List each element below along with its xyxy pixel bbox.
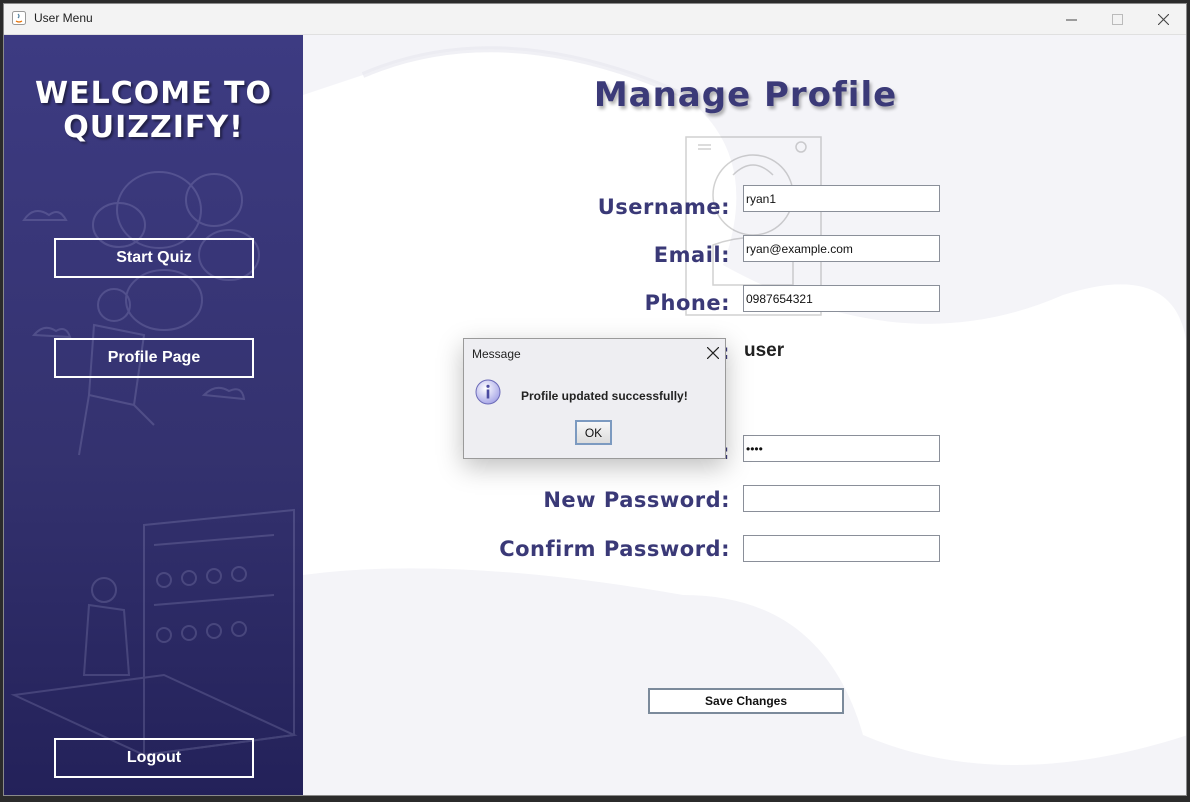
confirm-password-field[interactable]: [743, 535, 940, 562]
username-label: Username:: [597, 195, 730, 219]
ok-button[interactable]: OK: [575, 420, 612, 445]
email-field[interactable]: ryan@example.com: [743, 235, 940, 262]
title-bar[interactable]: User Menu: [4, 4, 1186, 35]
close-icon: [706, 346, 720, 360]
close-icon: [1157, 13, 1169, 25]
dialog-title: Message: [472, 347, 521, 361]
start-quiz-button[interactable]: Start Quiz: [54, 238, 254, 278]
page-title: Manage Profile: [593, 75, 898, 115]
maximize-icon: [1111, 13, 1123, 25]
email-label: Email:: [653, 243, 730, 267]
role-value: user: [744, 340, 785, 361]
sidebar: WELCOME TO QUIZZIFY! Start Quiz Profile …: [4, 35, 303, 795]
welcome-title: WELCOME TO QUIZZIFY!: [4, 77, 303, 145]
new-password-field[interactable]: [743, 485, 940, 512]
minimize-icon: [1065, 19, 1077, 20]
new-password-label: New Password:: [543, 488, 730, 512]
sidebar-illustration: [10, 171, 298, 757]
dialog-message: Profile updated successfully!: [521, 389, 688, 403]
dialog-close-button[interactable]: [706, 343, 720, 364]
logout-button[interactable]: Logout: [54, 738, 254, 778]
profile-page-button[interactable]: Profile Page: [54, 338, 254, 378]
save-changes-button[interactable]: Save Changes: [648, 688, 844, 714]
current-password-field[interactable]: ••••: [743, 435, 940, 462]
welcome-line-1: WELCOME TO: [35, 76, 272, 111]
welcome-line-2: QUIZZIFY!: [63, 110, 244, 145]
phone-field[interactable]: 0987654321: [743, 285, 940, 312]
main-panel: Manage Profile Username: ryan1 Email: ry…: [303, 35, 1186, 795]
confirm-password-label: Confirm Password:: [499, 537, 730, 561]
maximize-button[interactable]: [1094, 4, 1140, 34]
window-title: User Menu: [34, 11, 93, 25]
info-icon: [475, 379, 501, 405]
message-dialog: Message Profile updated successfully! OK: [463, 338, 726, 459]
java-app-icon: [12, 11, 26, 25]
phone-label: Phone:: [644, 291, 730, 315]
minimize-button[interactable]: [1048, 4, 1094, 34]
close-window-button[interactable]: [1140, 4, 1186, 34]
username-field[interactable]: ryan1: [743, 185, 940, 212]
